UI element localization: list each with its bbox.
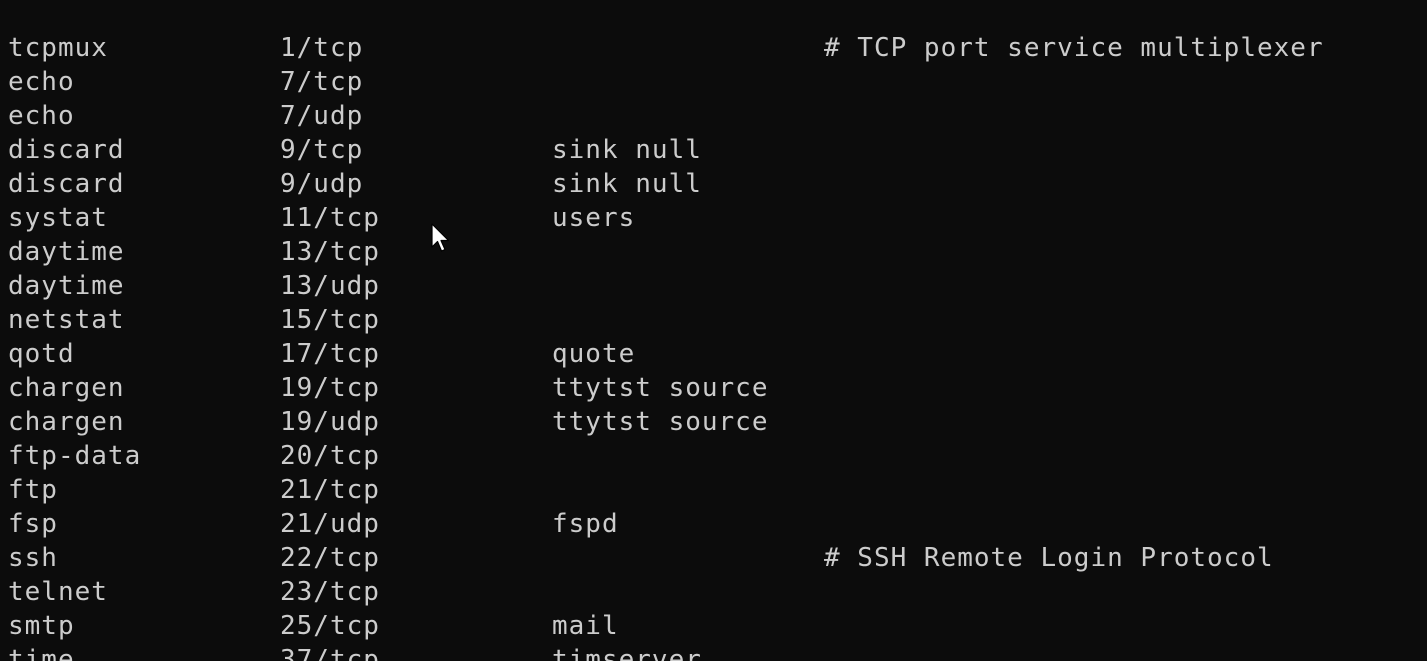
service-port: 23/tcp bbox=[280, 577, 380, 607]
service-name: systat bbox=[8, 203, 108, 233]
service-line: smtp 25/tcp mail bbox=[0, 609, 1427, 643]
service-name: ftp bbox=[8, 475, 58, 505]
service-aliases: mail bbox=[552, 611, 619, 641]
service-name: ftp-data bbox=[8, 441, 142, 471]
service-port: 21/tcp bbox=[280, 475, 380, 505]
service-line: ftp 21/tcp bbox=[0, 473, 1427, 507]
service-line: daytime 13/udp bbox=[0, 269, 1427, 303]
service-port: 21/udp bbox=[280, 509, 380, 539]
service-name: smtp bbox=[8, 611, 75, 641]
service-aliases: timserver bbox=[552, 645, 702, 661]
service-port: 11/tcp bbox=[280, 203, 380, 233]
service-aliases: fspd bbox=[552, 509, 619, 539]
service-port: 9/tcp bbox=[280, 135, 364, 165]
service-port: 19/udp bbox=[280, 407, 380, 437]
service-port: 9/udp bbox=[280, 169, 364, 199]
service-port: 19/tcp bbox=[280, 373, 380, 403]
service-line: tcpmux 1/tcp # TCP port service multiple… bbox=[0, 31, 1427, 65]
service-name: discard bbox=[8, 169, 125, 199]
service-line: discard 9/udp sink null bbox=[0, 167, 1427, 201]
service-line: echo 7/tcp bbox=[0, 65, 1427, 99]
service-name: qotd bbox=[8, 339, 75, 369]
service-name: discard bbox=[8, 135, 125, 165]
service-line: chargen 19/tcp ttytst source bbox=[0, 371, 1427, 405]
service-port: 17/tcp bbox=[280, 339, 380, 369]
service-line: chargen 19/udp ttytst source bbox=[0, 405, 1427, 439]
service-aliases: sink null bbox=[552, 135, 702, 165]
service-line: time 37/tcp timserver bbox=[0, 643, 1427, 661]
service-aliases: sink null bbox=[552, 169, 702, 199]
service-aliases: quote bbox=[552, 339, 636, 369]
service-port: 15/tcp bbox=[280, 305, 380, 335]
service-port: 20/tcp bbox=[280, 441, 380, 471]
service-name: daytime bbox=[8, 271, 125, 301]
service-comment: # TCP port service multiplexer bbox=[824, 33, 1324, 63]
service-name: chargen bbox=[8, 373, 125, 403]
mouse-pointer-icon bbox=[431, 223, 450, 252]
service-line: ssh 22/tcp # SSH Remote Login Protocol bbox=[0, 541, 1427, 575]
service-aliases: ttytst source bbox=[552, 407, 769, 437]
service-port: 7/tcp bbox=[280, 67, 364, 97]
service-port: 7/udp bbox=[280, 101, 364, 131]
service-port: 13/tcp bbox=[280, 237, 380, 267]
service-name: time bbox=[8, 645, 75, 661]
service-line: ftp-data 20/tcp bbox=[0, 439, 1427, 473]
service-line: discard 9/tcp sink null bbox=[0, 133, 1427, 167]
service-aliases: ttytst source bbox=[552, 373, 769, 403]
service-name: daytime bbox=[8, 237, 125, 267]
service-name: telnet bbox=[8, 577, 108, 607]
service-port: 13/udp bbox=[280, 271, 380, 301]
service-name: echo bbox=[8, 101, 75, 131]
service-port: 25/tcp bbox=[280, 611, 380, 641]
service-line: netstat 15/tcp bbox=[0, 303, 1427, 337]
service-name: chargen bbox=[8, 407, 125, 437]
service-name: tcpmux bbox=[8, 33, 108, 63]
service-port: 1/tcp bbox=[280, 33, 364, 63]
service-name: ssh bbox=[8, 543, 58, 573]
service-port: 37/tcp bbox=[280, 645, 380, 661]
service-line: qotd 17/tcp quote bbox=[0, 337, 1427, 371]
service-name: fsp bbox=[8, 509, 58, 539]
service-port: 22/tcp bbox=[280, 543, 380, 573]
service-line: echo 7/udp bbox=[0, 99, 1427, 133]
service-name: netstat bbox=[8, 305, 125, 335]
service-line: daytime 13/tcp bbox=[0, 235, 1427, 269]
service-name: echo bbox=[8, 67, 75, 97]
service-aliases: users bbox=[552, 203, 636, 233]
service-line: fsp 21/udp fspd bbox=[0, 507, 1427, 541]
service-line: systat 11/tcp users bbox=[0, 201, 1427, 235]
service-comment: # SSH Remote Login Protocol bbox=[824, 543, 1274, 573]
terminal-window[interactable]: tcpmux 1/tcp # TCP port service multiple… bbox=[0, 0, 1427, 661]
service-line: telnet 23/tcp bbox=[0, 575, 1427, 609]
